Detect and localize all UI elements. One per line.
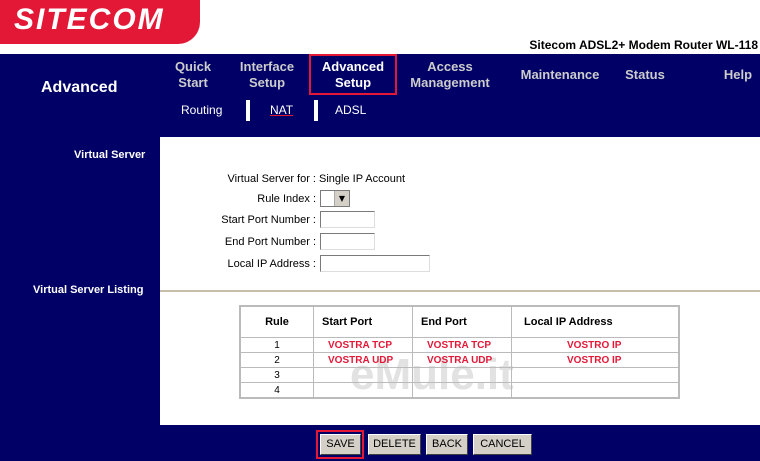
- cell-start-port: VOSTRA TCP: [313, 337, 413, 353]
- logo-text: SITECOM: [14, 3, 165, 36]
- nav-status[interactable]: Status: [620, 67, 670, 83]
- virtual-server-table: Rule Start Port End Port Local IP Addres…: [239, 305, 680, 399]
- col-start-port: Start Port: [313, 305, 413, 338]
- subtab-routing[interactable]: Routing: [181, 103, 222, 117]
- nav-quick-start-line2: Start: [178, 75, 208, 90]
- table-row: 1 VOSTRA TCP VOSTRA TCP VOSTRO IP: [239, 337, 680, 353]
- cell-rule: 2: [239, 352, 314, 368]
- start-port-label: Start Port Number :: [221, 214, 316, 226]
- nav-interface-setup-line1: Interface: [239, 59, 295, 74]
- cell-local-ip: [511, 382, 680, 399]
- local-ip-label: Local IP Address :: [227, 258, 316, 270]
- virtual-server-for-label: Virtual Server for :: [227, 173, 316, 185]
- start-port-input[interactable]: [320, 211, 375, 228]
- virtual-server-label: Virtual Server: [74, 149, 146, 161]
- cancel-button[interactable]: CANCEL: [473, 434, 532, 455]
- virtual-server-for-value: Single IP Account: [319, 173, 406, 185]
- cell-local-ip: VOSTRO IP: [511, 337, 680, 353]
- nav-access-management-line1: Access: [427, 59, 473, 74]
- rule-index-select[interactable]: ▼: [320, 190, 350, 207]
- section-title: Advanced: [41, 79, 118, 96]
- table-row: 3: [239, 367, 680, 383]
- table-row: 4: [239, 382, 680, 399]
- local-ip-input[interactable]: [320, 255, 430, 272]
- dropdown-arrow-icon[interactable]: ▼: [334, 191, 349, 206]
- cell-rule: 4: [239, 382, 314, 399]
- cell-local-ip: VOSTRO IP: [511, 352, 680, 368]
- cell-end-port: VOSTRA TCP: [412, 337, 512, 353]
- col-end-port: End Port: [412, 305, 512, 338]
- cell-local-ip: [511, 367, 680, 383]
- cell-end-port: [412, 382, 512, 399]
- model-name: Sitecom ADSL2+ Modem Router WL-118: [529, 38, 758, 52]
- cell-end-port: [412, 367, 512, 383]
- end-port-input[interactable]: [320, 233, 375, 250]
- col-rule: Rule: [239, 305, 314, 338]
- left-sidebar: [0, 54, 160, 461]
- cell-rule: 3: [239, 367, 314, 383]
- cell-end-port: VOSTRA UDP: [412, 352, 512, 368]
- rule-index-label: Rule Index :: [257, 193, 316, 205]
- cell-start-port: VOSTRA UDP: [313, 352, 413, 368]
- nav-access-management-line2: Management: [410, 75, 490, 90]
- subtab-nat[interactable]: NAT: [270, 103, 293, 117]
- table-header-row: Rule Start Port End Port Local IP Addres…: [239, 305, 680, 338]
- nav-access-management[interactable]: Access Management: [405, 59, 495, 91]
- cell-rule: 1: [239, 337, 314, 353]
- table-row: 2 VOSTRA UDP VOSTRA UDP VOSTRO IP: [239, 352, 680, 368]
- subtab-adsl[interactable]: ADSL: [335, 103, 366, 117]
- nav-interface-setup[interactable]: Interface Setup: [236, 59, 298, 91]
- col-local-ip: Local IP Address: [511, 305, 680, 338]
- nav-advanced-setup[interactable]: Advanced Setup: [309, 54, 397, 95]
- nav-maintenance[interactable]: Maintenance: [515, 67, 605, 83]
- nav-quick-start-line1: Quick: [174, 59, 212, 74]
- nav-advanced-setup-line1: Advanced: [321, 59, 385, 74]
- back-button[interactable]: BACK: [426, 434, 468, 455]
- save-button[interactable]: SAVE: [320, 434, 361, 455]
- cell-start-port: [313, 382, 413, 399]
- nav-help[interactable]: Help: [718, 67, 758, 83]
- section-divider: [160, 290, 760, 292]
- end-port-label: End Port Number :: [224, 236, 316, 248]
- nav-advanced-setup-line2: Setup: [334, 75, 372, 90]
- virtual-server-listing-label: Virtual Server Listing: [33, 284, 144, 296]
- delete-button[interactable]: DELETE: [368, 434, 421, 455]
- sitecom-logo: SITECOM: [0, 0, 200, 44]
- subtab-separator: [246, 100, 250, 121]
- cell-start-port: [313, 367, 413, 383]
- nav-interface-setup-line2: Setup: [248, 75, 286, 90]
- subtab-separator: [314, 100, 318, 121]
- nav-quick-start[interactable]: Quick Start: [172, 59, 214, 91]
